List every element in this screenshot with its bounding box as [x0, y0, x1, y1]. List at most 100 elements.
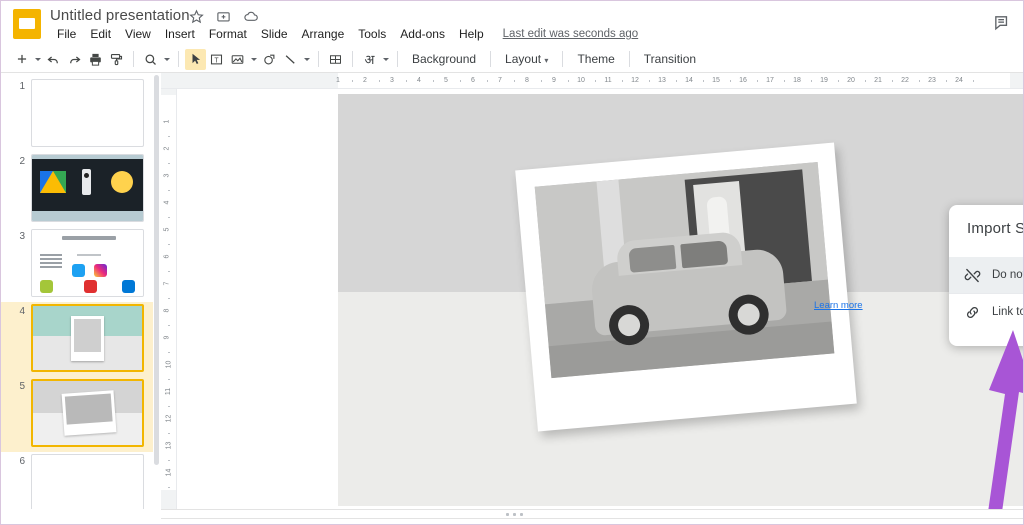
new-slide-dropdown-caret[interactable]	[32, 49, 43, 70]
filmstrip-slide-5[interactable]: 5	[1, 377, 153, 452]
ruler-tick-mark	[168, 432, 170, 434]
ruler-tick-label: 12	[165, 414, 173, 423]
link-to-original-option[interactable]: Link to original presentation	[949, 294, 1023, 330]
filmstrip-scrollbar-thumb[interactable]	[154, 75, 159, 465]
transition-button[interactable]: Transition	[636, 49, 704, 69]
select-tool-button[interactable]	[185, 48, 206, 70]
title-action-icons	[189, 9, 258, 24]
menu-format[interactable]: Format	[202, 25, 254, 43]
slide-thumbnail[interactable]	[31, 379, 144, 447]
ruler-tick-mark	[168, 162, 170, 164]
slide-thumbnail[interactable]	[31, 79, 144, 147]
slide-thumbnail[interactable]	[31, 304, 144, 372]
ruler-tick-label: 20	[847, 77, 855, 84]
ruler-tick-mark	[864, 80, 866, 82]
line-dropdown-caret[interactable]	[301, 49, 312, 70]
background-button[interactable]: Background	[404, 49, 484, 69]
slide-thumbnail[interactable]	[31, 154, 144, 222]
filmstrip-scrollbar[interactable]	[153, 73, 160, 509]
insert-table-button[interactable]	[325, 49, 346, 70]
ruler-tick-mark	[168, 189, 170, 191]
ruler-tick-mark	[837, 80, 839, 82]
menu-slide[interactable]: Slide	[254, 25, 295, 43]
move-to-folder-icon[interactable]	[216, 9, 231, 24]
zoom-dropdown-caret[interactable]	[161, 49, 172, 70]
input-tools-dropdown-caret[interactable]	[380, 49, 391, 70]
current-slide[interactable]	[338, 94, 1023, 506]
polaroid-frame-image[interactable]	[515, 142, 857, 432]
menu-insert[interactable]: Insert	[158, 25, 202, 43]
ruler-tick-label: 11	[165, 387, 173, 396]
do-not-link-option[interactable]: Do not link	[949, 257, 1023, 293]
ruler-tick-label: 6	[163, 254, 171, 259]
ruler-tick-label: 13	[658, 77, 666, 84]
undo-button[interactable]	[43, 49, 64, 70]
new-slide-button[interactable]	[11, 49, 32, 70]
star-icon[interactable]	[189, 9, 204, 24]
toolbar-separator	[318, 51, 319, 67]
devanagari-a-icon: अ	[364, 52, 375, 67]
ruler-tick-label: 12	[631, 77, 639, 84]
line-button[interactable]	[280, 49, 301, 70]
ruler-tick-mark	[378, 80, 380, 82]
ruler-tick-label: 23	[928, 77, 936, 84]
notes-splitter[interactable]	[161, 509, 1023, 519]
paint-format-button[interactable]	[106, 49, 127, 70]
menu-addons[interactable]: Add-ons	[393, 25, 452, 43]
google-slides-logo-icon[interactable]	[13, 9, 41, 39]
ruler-tick-label: 14	[685, 77, 693, 84]
slide-canvas-area[interactable]: Import Slides Do not link	[177, 89, 1023, 509]
learn-more-link[interactable]: Learn more	[814, 300, 863, 311]
menu-arrange[interactable]: Arrange	[295, 25, 352, 43]
toolbar-separator	[397, 51, 398, 67]
print-button[interactable]	[85, 49, 106, 70]
zoom-button[interactable]	[140, 49, 161, 70]
toolbar-separator	[490, 51, 492, 67]
insert-image-button[interactable]	[227, 49, 248, 70]
menu-help[interactable]: Help	[452, 25, 491, 43]
ruler-tick-label: 19	[820, 77, 828, 84]
slide-number: 1	[19, 81, 25, 92]
toolbar-separator	[352, 51, 353, 67]
twitter-logo-icon	[72, 264, 85, 277]
ruler-tick-label: 11	[604, 77, 612, 84]
layout-button[interactable]: Layout ▾	[497, 49, 556, 69]
speaker-notes-pane[interactable]: Click to add speaker notes	[161, 519, 1023, 524]
slide-thumbnail[interactable]	[31, 454, 144, 509]
ruler-tick-mark	[810, 80, 812, 82]
import-slides-dialog[interactable]: Import Slides Do not link	[949, 205, 1023, 346]
image-dropdown-caret[interactable]	[248, 49, 259, 70]
slide-thumbnail[interactable]	[31, 229, 144, 297]
text-box-button[interactable]: T	[206, 49, 227, 70]
ruler-tick-mark	[486, 80, 488, 82]
ruler-tick-mark	[432, 80, 434, 82]
ruler-tick-mark	[168, 270, 170, 272]
slide-number: 6	[19, 456, 25, 467]
broken-link-icon	[963, 266, 982, 285]
vertical-ruler[interactable]: 1 2 3 4 5 6 7 8 9 10 11 12 13 14	[161, 89, 177, 509]
filmstrip-slide-6[interactable]: 6	[1, 452, 153, 509]
horizontal-ruler[interactable]: 1 2 3 4 5 6 7 8 9 10 11 12 13 14 15 16 17 18 19 20 21 22 23 24	[161, 73, 1023, 89]
slide-filmstrip[interactable]: 1 2 3 4 5 6	[1, 73, 153, 509]
ruler-tick-mark	[168, 378, 170, 380]
filmstrip-slide-1[interactable]: 1	[1, 77, 153, 152]
last-edit-status[interactable]: Last edit was seconds ago	[503, 28, 639, 40]
menu-view[interactable]: View	[118, 25, 158, 43]
menu-file[interactable]: File	[50, 25, 83, 43]
theme-button[interactable]: Theme	[569, 49, 622, 69]
input-tools-button[interactable]: अ	[359, 49, 380, 70]
shape-button[interactable]	[259, 49, 280, 70]
ruler-tick-mark	[168, 351, 170, 353]
splitter-drag-handle-icon[interactable]	[506, 513, 523, 516]
redo-button[interactable]	[64, 49, 85, 70]
filmstrip-slide-4[interactable]: 4	[1, 302, 153, 377]
menu-edit[interactable]: Edit	[83, 25, 118, 43]
ruler-tick-mark	[168, 324, 170, 326]
document-title[interactable]: Untitled presentation	[50, 7, 190, 24]
filmstrip-slide-2[interactable]: 2	[1, 152, 153, 227]
ruler-tick-label: 16	[739, 77, 747, 84]
comment-history-button[interactable]	[987, 9, 1015, 35]
menu-tools[interactable]: Tools	[351, 25, 393, 43]
filmstrip-slide-3[interactable]: 3	[1, 227, 153, 302]
cloud-status-icon[interactable]	[243, 9, 258, 24]
